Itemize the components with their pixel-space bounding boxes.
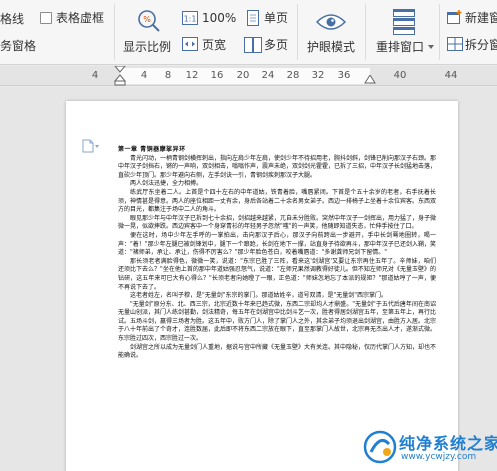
ribbon-divider	[439, 4, 440, 60]
chevron-down-icon	[428, 45, 434, 49]
chapter-heading: 第一章 青铜器摩挲异环	[118, 146, 186, 153]
ruler-tick-label: 36	[337, 70, 351, 81]
svg-text:%: %	[143, 15, 151, 24]
page-width-icon	[182, 37, 198, 51]
multi-page-icon	[244, 37, 262, 53]
ruler-tick-label: 40	[393, 70, 407, 81]
right-indent-marker-handle[interactable]	[364, 75, 376, 85]
ruler-tick-label: 8	[164, 70, 172, 81]
watermark-brand-text: 纯净系统之家	[399, 434, 497, 453]
rearrange-window-icon	[393, 9, 415, 35]
paragraph: 这老者姓左，名叫子穆，是"无量剑"东宗的掌门。那道姑姓辛，道号双清，是"无量剑"…	[130, 292, 388, 300]
word-processor-window: 格线 务窗格 表格虚框 % 显示比例 1:1 100% 页宽 单页 多页 护眼模…	[0, 0, 497, 471]
document-body[interactable]: 第一章 青铜器摩挲异环 青光闪动，一柄青钢剑横挥刺出，指向左肩少年左肩，使剑少年…	[118, 146, 436, 361]
eye-protection-label: 护眼模式	[307, 40, 356, 54]
task-pane-option-label[interactable]: 务窗格	[0, 39, 36, 53]
ribbon-divider	[114, 4, 115, 60]
watermark-logo-icon	[363, 430, 397, 464]
new-window-icon	[447, 10, 462, 24]
ruler-tick-label: 24	[261, 70, 275, 81]
paragraph: "无量剑"原分东、北、西三宗，北宗近数十年来已趋式微，东西二宗却均人才鼎盛。"无…	[118, 300, 437, 343]
paragraph: 两人剑法迅捷，全力相搏。	[130, 180, 203, 188]
ruler-tick-label: 4	[91, 70, 99, 81]
ruler-tick-label: 4	[140, 70, 148, 81]
paragraph: 剑湖宫之所以成为无量剑门人重地，据说与宫中所藏《无量玉壁》大有关连。其中隐秘，仅…	[118, 343, 437, 360]
ruler-tick-label: 12	[185, 70, 199, 81]
new-window-label: 新建窗	[465, 11, 497, 25]
zoom-100-label: 100%	[202, 11, 237, 25]
zoom-magnifier-icon: %	[138, 10, 160, 32]
view-ribbon: 格线 务窗格 表格虚框 % 显示比例 1:1 100% 页宽 单页 多页 护眼模…	[0, 0, 497, 65]
single-page-icon	[247, 10, 259, 26]
gridlines-option-label[interactable]: 格线	[0, 12, 24, 26]
site-watermark: 纯净系统之家 www.ycwjzy.com	[363, 428, 497, 468]
paragraph: 那长须老者满脸得色，微微一笑，说道："东宗已胜了三阵，看来这'剑湖宫'又要让东宗…	[118, 257, 436, 291]
paragraph: 青光闪动，一柄青钢剑横挥刺出，指向左肩少年左肩，使剑少年不待招用老，腕抖剑斜，剑…	[118, 154, 437, 179]
display-ratio-label: 显示比例	[123, 40, 172, 54]
ruler-tick-label: 28	[286, 70, 300, 81]
split-window-label: 拆分窗	[465, 38, 497, 52]
paragraph: 眼见那少年与中年汉子已拆到七十余招，剑招越来越紧，兀自未分胜败。突然中年汉子一剑…	[118, 214, 437, 231]
ribbon-divider	[365, 4, 366, 60]
ruler-tick-label: 32	[311, 70, 325, 81]
paragraph-handle-icon[interactable]	[82, 139, 100, 153]
indent-marker-handle[interactable]	[114, 66, 126, 86]
document-page[interactable]: 第一章 青铜器摩挲异环 青光闪动，一柄青钢剑横挥刺出，指向左肩少年左肩，使剑少年…	[66, 101, 458, 471]
table-gridlines-checkbox[interactable]	[40, 12, 52, 24]
rearrange-window-label: 重排窗口	[376, 40, 425, 54]
single-page-label: 单页	[264, 11, 289, 25]
eye-icon	[316, 14, 346, 30]
document-canvas[interactable]: 第一章 青铜器摩挲异环 青光闪动，一柄青钢剑横挥刺出，指向左肩少年左肩，使剑少年…	[0, 87, 497, 471]
page-width-label: 页宽	[202, 38, 227, 52]
split-window-icon	[447, 37, 463, 51]
ribbon-divider	[297, 4, 298, 60]
paragraph: 练武厅东坐着二人。上首是个四十左右的中年道姑，铁青着脸，嘴唇紧闭。下首是个五十余…	[118, 188, 437, 214]
paragraph: 便在这时，场中少年左手呼的一掌拍出，击向那汉子后心，那汉子向前跨出一步避开，手中…	[118, 231, 436, 257]
ruler-tick-label: 44	[444, 70, 458, 81]
one-to-one-icon: 1:1	[182, 11, 198, 25]
table-gridlines-label: 表格虚框	[56, 11, 105, 25]
ruler-tick-label: 16	[210, 70, 224, 81]
svg-text:1:1: 1:1	[184, 15, 197, 24]
watermark-url-text: www.ycwjzy.com	[401, 452, 477, 462]
ruler-tick-label: 20	[236, 70, 250, 81]
horizontal-ruler[interactable]: 4 4 8 12 16 20 24 28 32 36 40 44	[0, 66, 497, 86]
multi-page-label: 多页	[264, 38, 289, 52]
